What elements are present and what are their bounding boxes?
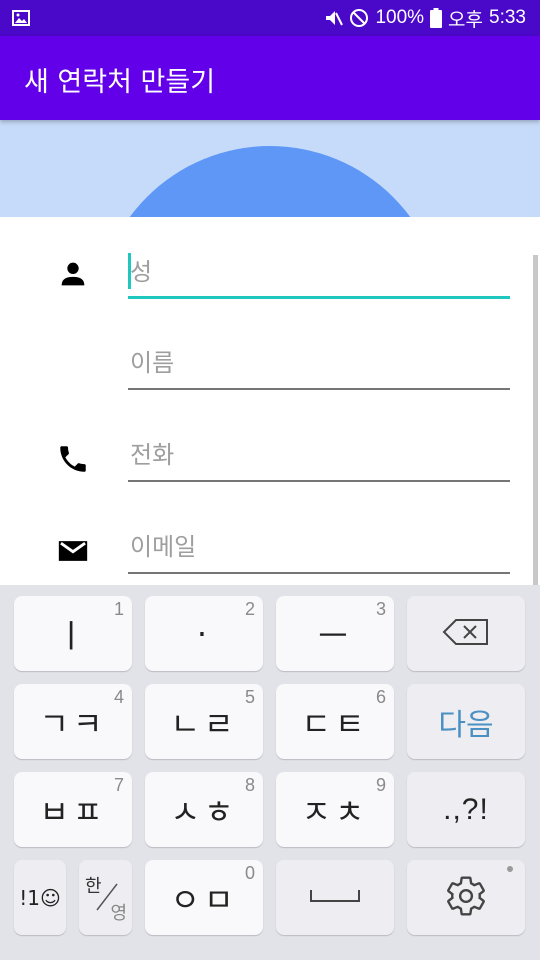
key-hint: 7 [113,775,124,795]
key-label: ㅂㅍ [39,792,107,831]
key-label: ㄷㅌ [301,704,369,743]
symbols-key[interactable]: !1☺ [14,860,66,935]
punctuation-key-label: .,?! [443,792,489,826]
first-name-underline [128,388,510,390]
key-label: ㅈㅊ [301,792,369,831]
key-hint: 0 [244,863,255,883]
key-d-t[interactable]: 6 ㄷㅌ [276,684,394,759]
next-key[interactable]: 다음 [407,684,525,759]
key-hint: 5 [244,687,255,707]
phone-input[interactable] [128,432,510,478]
key-hint: 9 [375,775,386,795]
key-dot[interactable]: 2 · [145,596,263,671]
phone-field[interactable] [128,432,510,482]
keyboard: 1 ㅣ 2 · 3 ㅡ 4 ㄱㅋ 5 ㄴㄹ 6 ㄷㅌ 다음 7 ㅂㅍ 8 ㅅㅎ … [0,585,540,960]
key-label: · [196,614,212,653]
contact-photo-area[interactable] [0,120,540,217]
image-icon [12,9,30,27]
clock-ampm: 오후 [448,9,484,31]
do-not-disturb-icon [349,8,369,28]
page-title: 새 연락처 만들기 [24,67,216,98]
language-toggle-key[interactable]: 한 영 [79,860,132,935]
battery-icon [430,8,443,28]
language-yeong-label: 영 [110,903,127,924]
key-i[interactable]: 1 ㅣ [14,596,132,671]
app-bar: 새 연락처 만들기 [0,36,540,120]
key-s-h[interactable]: 8 ㅅㅎ [145,772,263,847]
key-label: ㅡ [318,616,352,655]
key-hint: 3 [375,599,386,619]
key-label: ㄱㅋ [39,704,107,743]
email-input[interactable] [128,524,510,570]
key-b-p[interactable]: 7 ㅂㅍ [14,772,132,847]
battery-percent: 100% [375,7,425,28]
last-name-field[interactable] [128,249,510,299]
settings-icon [444,874,488,922]
key-hint: 8 [244,775,255,795]
person-icon [56,257,90,291]
key-label: ㅇㅁ [170,880,238,919]
punctuation-key[interactable]: .,?! [407,772,525,847]
status-bar: 100% 오후 5:33 [0,0,540,36]
key-eu[interactable]: 3 ㅡ [276,596,394,671]
key-hint: 6 [375,687,386,707]
email-icon [56,534,90,568]
key-hint: 1 [113,599,124,619]
key-label: ㅅㅎ [170,792,238,831]
phone-icon [56,442,90,476]
backspace-icon [442,618,490,650]
symbols-key-label: !1☺ [19,885,61,910]
clock-time: 5:33 [489,7,526,28]
email-underline [128,572,510,574]
contact-form [0,217,540,585]
last-name-input[interactable] [128,249,510,295]
key-hint: 2 [244,599,255,619]
settings-key[interactable] [407,860,525,935]
key-ng-m[interactable]: 0 ㅇㅁ [145,860,263,935]
first-name-field[interactable] [128,340,510,390]
first-name-input[interactable] [128,340,510,386]
settings-indicator-dot [507,866,513,872]
backspace-key[interactable] [407,596,525,671]
key-label: ㄴㄹ [170,704,238,743]
phone-underline [128,480,510,482]
next-key-label: 다음 [438,707,494,743]
key-hint: 4 [113,687,124,707]
last-name-underline [128,296,510,299]
space-key[interactable] [276,860,394,935]
email-field[interactable] [128,524,510,574]
contact-photo-placeholder[interactable] [96,146,444,217]
mute-icon [323,8,344,28]
key-g-k[interactable]: 4 ㄱㅋ [14,684,132,759]
key-j-ch[interactable]: 9 ㅈㅊ [276,772,394,847]
text-cursor [128,253,131,289]
scrollbar[interactable] [533,255,538,585]
key-n-r[interactable]: 5 ㄴㄹ [145,684,263,759]
space-icon [309,886,361,910]
key-label: ㅣ [56,616,90,655]
